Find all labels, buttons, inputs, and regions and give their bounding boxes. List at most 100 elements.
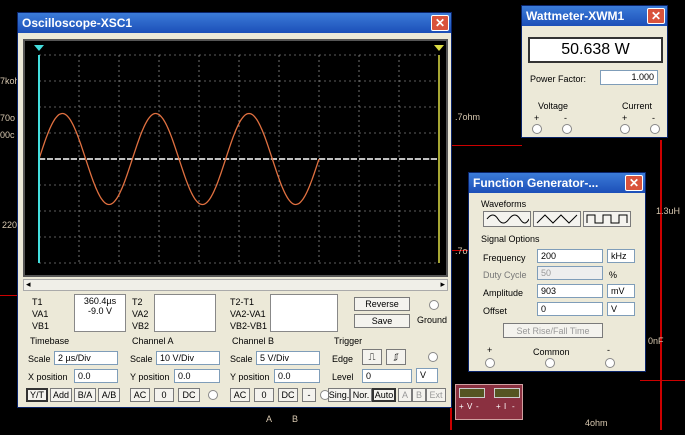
offset-field[interactable]: 0 — [537, 302, 603, 316]
ground-radio[interactable] — [429, 300, 439, 310]
channel-a-scale-field[interactable]: 10 V/Div — [156, 351, 220, 365]
channel-b-minus-button[interactable]: - — [302, 388, 316, 402]
amplitude-field[interactable]: 903 — [537, 284, 603, 298]
close-icon[interactable]: ✕ — [431, 15, 449, 31]
frequency-field[interactable]: 200 — [537, 249, 603, 263]
trigger-single-button[interactable]: Sing. — [328, 388, 350, 402]
channel-a-radio[interactable] — [208, 390, 218, 400]
schematic-wire — [640, 380, 685, 381]
close-icon[interactable]: ✕ — [625, 175, 643, 191]
trigger-header: Trigger — [334, 336, 363, 346]
trigger-auto-button[interactable]: Auto — [372, 388, 396, 402]
wattmeter-symbol[interactable]: + V - + I - — [455, 384, 523, 420]
oscilloscope-display — [34, 45, 444, 264]
current-label: Current — [622, 101, 653, 111]
mode-yt-button[interactable]: Y/T — [26, 388, 48, 402]
current-plus-terminal[interactable] — [620, 124, 630, 134]
scroll-left-icon[interactable]: ◂ — [26, 279, 31, 290]
wattmeter-title: Wattmeter-XWM1 — [526, 9, 625, 23]
power-reading: 50.638 W — [528, 37, 663, 63]
power-factor-label: Power Factor: — [530, 74, 587, 84]
voltage-minus-label: - — [564, 113, 567, 123]
channel-b-ypos-field[interactable]: 0.0 — [274, 369, 320, 383]
sine-wave-icon — [486, 214, 529, 224]
frequency-unit[interactable]: kHz — [607, 249, 635, 263]
mode-ba-button[interactable]: B/A — [74, 388, 96, 402]
triangle-wave-button[interactable] — [533, 211, 581, 227]
oscilloscope-screen — [23, 39, 448, 277]
oscilloscope-titlebar[interactable]: Oscilloscope-XSC1 ✕ — [18, 13, 451, 33]
set-rise-fall-button[interactable]: Set Rise/Fall Time — [503, 323, 603, 338]
common-terminal[interactable] — [545, 358, 555, 368]
trigger-a-button[interactable]: A — [398, 388, 412, 402]
current-minus-terminal[interactable] — [650, 124, 660, 134]
channel-b-dc-button[interactable]: DC — [278, 388, 298, 402]
scroll-right-icon[interactable]: ▸ — [440, 279, 445, 290]
frequency-label: Frequency — [483, 253, 526, 263]
positive-terminal[interactable] — [485, 358, 495, 368]
waveforms-label: Waveforms — [481, 199, 527, 209]
schematic-label: .7ohm — [455, 112, 481, 122]
negative-terminal[interactable] — [605, 358, 615, 368]
channel-a-ac-button[interactable]: AC — [130, 388, 150, 402]
voltage-minus-terminal[interactable] — [562, 124, 572, 134]
terminal-label: I — [504, 402, 507, 411]
function-generator-title: Function Generator-... — [473, 176, 599, 190]
save-button[interactable]: Save — [354, 314, 410, 328]
timebase-scale-field[interactable]: 2 µs/Div — [54, 351, 118, 365]
channel-a-zero-button[interactable]: 0 — [154, 388, 174, 402]
sine-wave-button[interactable] — [483, 211, 531, 227]
horizontal-scrollbar[interactable]: ◂ ▸ — [23, 279, 448, 291]
channel-b-scale-field[interactable]: 5 V/Div — [256, 351, 320, 365]
channel-a-ypos-field[interactable]: 0.0 — [174, 369, 220, 383]
channel-b-zero-button[interactable]: 0 — [254, 388, 274, 402]
channel-a-ypos-label: Y position — [130, 372, 170, 382]
trigger-b-button[interactable]: B — [412, 388, 426, 402]
x-position-label: X position — [28, 372, 68, 382]
vb2-label: VB2 — [132, 321, 150, 331]
reverse-button[interactable]: Reverse — [354, 297, 410, 311]
terminal-label: + — [496, 402, 501, 411]
square-wave-button[interactable] — [583, 211, 631, 227]
channel-b-ypos-label: Y position — [230, 372, 270, 382]
trigger-ext-button[interactable]: Ext — [426, 388, 446, 402]
trigger-normal-button[interactable]: Nor. — [350, 388, 372, 402]
trigger-radio[interactable] — [428, 352, 438, 362]
function-generator-window: Function Generator-... ✕ Waveforms Signa… — [468, 172, 646, 372]
current-plus-label: + — [622, 113, 628, 123]
voltage-plus-label: + — [534, 113, 540, 123]
amplitude-unit[interactable]: mV — [607, 284, 635, 298]
duty-cycle-field[interactable]: 50 — [537, 266, 603, 280]
power-factor-value: 1.000 — [600, 70, 658, 85]
terminal-label: - — [512, 402, 515, 411]
wattmeter-window: Wattmeter-XWM1 ✕ 50.638 W Power Factor: … — [521, 5, 668, 138]
current-minus-label: - — [652, 113, 655, 123]
trigger-level-field[interactable]: 0 — [362, 369, 412, 383]
channel-b-ac-button[interactable]: AC — [230, 388, 250, 402]
schematic-label: A — [266, 414, 273, 424]
mode-add-button[interactable]: Add — [50, 388, 72, 402]
t21-label: T2-T1 — [230, 297, 255, 307]
channel-a-scale-label: Scale — [130, 354, 153, 364]
function-generator-titlebar[interactable]: Function Generator-... ✕ — [469, 173, 645, 193]
falling-edge-icon[interactable]: ⎎ — [386, 349, 406, 365]
trigger-level-unit[interactable]: V — [416, 368, 438, 383]
duty-cycle-label: Duty Cycle — [483, 270, 527, 280]
rising-edge-icon[interactable]: ⎍ — [362, 349, 382, 365]
amplitude-label: Amplitude — [483, 288, 524, 298]
va21-label: VA2-VA1 — [230, 309, 266, 319]
x-position-field[interactable]: 0.0 — [74, 369, 118, 383]
offset-unit[interactable]: V — [607, 302, 635, 316]
voltage-terminal — [459, 388, 485, 398]
wattmeter-titlebar[interactable]: Wattmeter-XWM1 ✕ — [522, 6, 667, 26]
mode-ab-button[interactable]: A/B — [98, 388, 120, 402]
schematic-label: 00c — [0, 130, 15, 140]
voltage-plus-terminal[interactable] — [532, 124, 542, 134]
signal-options-label: Signal Options — [481, 234, 540, 244]
t1-label: T1 — [32, 297, 43, 307]
schematic-label: 4ohm — [585, 418, 608, 428]
oscilloscope-window: Oscilloscope-XSC1 ✕ ◂ ▸ T1 VA1 VB1 360.4… — [17, 12, 452, 408]
channel-a-dc-button[interactable]: DC — [178, 388, 200, 402]
schematic-wire — [452, 145, 522, 146]
close-icon[interactable]: ✕ — [647, 8, 665, 24]
